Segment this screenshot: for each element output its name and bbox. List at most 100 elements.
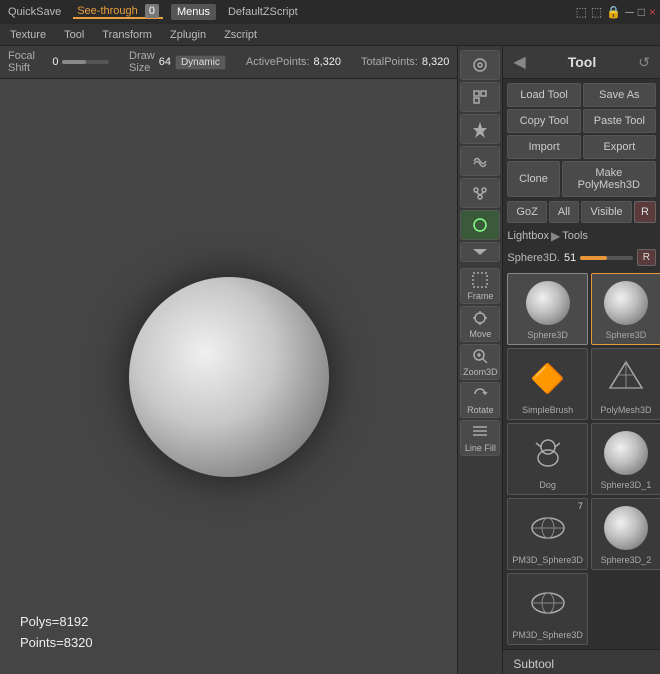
- 3d-sphere: [129, 277, 329, 477]
- green-btn[interactable]: [460, 210, 500, 240]
- import-button[interactable]: Import: [507, 135, 580, 159]
- clone-button[interactable]: Clone: [507, 161, 559, 197]
- top-bar: QuickSave See-through 0 Menus DefaultZSc…: [0, 0, 660, 24]
- refresh-icon[interactable]: ↺: [638, 54, 650, 71]
- thumb-canvas-dog: [518, 428, 578, 478]
- thumb-canvas-0: [518, 278, 578, 328]
- lightbox-label: Lightbox: [507, 230, 549, 242]
- spin-btn[interactable]: [460, 82, 500, 112]
- total-points-control: TotalPoints: 8,320: [361, 56, 449, 68]
- points-count: Points=8320: [20, 633, 93, 654]
- zoom3d-label: Zoom3D: [463, 367, 498, 377]
- simplebush-icon: 🔶: [526, 356, 570, 400]
- thumb-label-simplebush: SimpleBrush: [522, 405, 573, 415]
- thumb-sphere3d-selected[interactable]: Sphere3D: [507, 273, 588, 345]
- csync-btn[interactable]: [460, 178, 500, 208]
- thumb-sphere-img-sphere1: [604, 431, 648, 475]
- goz-button[interactable]: GoZ: [507, 201, 546, 223]
- canvas-area[interactable]: Polys=8192 Points=8320: [0, 79, 457, 674]
- zoom3d-button[interactable]: Zoom3D: [460, 344, 500, 380]
- tool-panel-title: Tool: [568, 54, 597, 70]
- thumb-sphere-img-0: [526, 281, 570, 325]
- sphere3d-r-button[interactable]: R: [637, 249, 656, 266]
- arrow-btn[interactable]: [460, 242, 500, 262]
- thumb-label-sphere2: Sphere3D_2: [601, 555, 652, 565]
- subtool-section[interactable]: Subtool: [503, 649, 660, 674]
- load-tool-button[interactable]: Load Tool: [507, 83, 580, 107]
- thumb-sphere3d-2[interactable]: Sphere3D: [591, 273, 660, 345]
- quicksave-btn[interactable]: QuickSave: [4, 6, 65, 18]
- thumb-dog[interactable]: Dog: [507, 423, 588, 495]
- all-button[interactable]: All: [549, 201, 579, 223]
- save-as-button[interactable]: Save As: [583, 83, 656, 107]
- force-btn[interactable]: [460, 114, 500, 144]
- thumb-canvas-pm3d: [518, 503, 578, 553]
- draw-size-control: Draw Size 64 Dynamic: [129, 50, 226, 74]
- r-button[interactable]: R: [634, 201, 656, 223]
- export-button[interactable]: Export: [583, 135, 656, 159]
- right-sidebar: Frame Move Zoom3D Rotat: [457, 46, 502, 674]
- visible-button[interactable]: Visible: [581, 201, 632, 223]
- polymesh-icon: [604, 356, 648, 400]
- second-bar: Texture Tool Transform Zplugin Zscript: [0, 24, 660, 46]
- thumb-canvas-sphere1: [596, 428, 656, 478]
- minimize-btn[interactable]: ─: [625, 5, 634, 19]
- active-points-label: ActivePoints:: [246, 56, 310, 68]
- nudge-btn[interactable]: [460, 50, 500, 80]
- viewport-area: Focal Shift 0 Draw Size 64 Dynamic Activ…: [0, 46, 457, 674]
- menus-btn[interactable]: Menus: [171, 4, 216, 20]
- total-points-label: TotalPoints:: [361, 56, 418, 68]
- thumb-canvas-pm3d2: [518, 578, 578, 628]
- thumb-canvas-1: [596, 278, 656, 328]
- thumb-simplebrush[interactable]: 🔶 SimpleBrush: [507, 348, 588, 420]
- sphere3d-value: 51: [564, 252, 576, 264]
- thumbnails-grid: Sphere3D Sphere3D 🔶 SimpleBrush: [503, 269, 660, 649]
- total-points-value: 8,320: [422, 56, 450, 68]
- frame-label: Frame: [467, 291, 493, 301]
- dynamic-button[interactable]: Dynamic: [175, 55, 226, 70]
- back-arrow-icon[interactable]: ◀: [513, 52, 525, 72]
- transform-menu[interactable]: Transform: [96, 27, 158, 43]
- rotate-label: Rotate: [467, 405, 494, 415]
- defaultzscript-btn[interactable]: DefaultZScript: [224, 6, 302, 18]
- thumb-pm3d-sphere3d-2[interactable]: PM3D_Sphere3D: [507, 573, 588, 645]
- copy-tool-button[interactable]: Copy Tool: [507, 109, 580, 133]
- frame-button[interactable]: Frame: [460, 268, 500, 304]
- tool-panel-header: ◀ Tool ↺: [503, 46, 660, 79]
- pm3d-badge: 7: [578, 501, 583, 511]
- fluid-btn[interactable]: [460, 146, 500, 176]
- make-polymesh-button[interactable]: Make PolyMesh3D: [562, 161, 656, 197]
- move-button[interactable]: Move: [460, 306, 500, 342]
- rotate-button[interactable]: Rotate: [460, 382, 500, 418]
- lock-icon: 🔒: [606, 5, 621, 19]
- thumb-label-dog: Dog: [539, 480, 556, 490]
- thumb-polymesh3d[interactable]: PolyMesh3D: [591, 348, 660, 420]
- focal-shift-value: 0: [52, 56, 58, 68]
- focal-shift-slider[interactable]: [62, 60, 109, 64]
- active-points-control: ActivePoints: 8,320: [246, 56, 341, 68]
- dog-icon: [526, 431, 570, 475]
- thumb-label-1: Sphere3D: [606, 330, 647, 340]
- sphere3d-slider[interactable]: [580, 256, 633, 260]
- thumb-sphere3d-1[interactable]: Sphere3D_1: [591, 423, 660, 495]
- focal-shift-label: Focal Shift: [8, 50, 48, 74]
- btn-row-1: Load Tool Save As: [507, 83, 656, 107]
- btn-row-4: Clone Make PolyMesh3D: [507, 161, 656, 197]
- close-btn[interactable]: ×: [649, 5, 656, 19]
- seethrough-btn[interactable]: See-through 0: [73, 5, 163, 19]
- window-controls: ⬚ ⬚ 🔒 ─ □ ×: [576, 5, 656, 19]
- texture-menu[interactable]: Texture: [4, 27, 52, 43]
- zscript-menu[interactable]: Zscript: [218, 27, 263, 43]
- linefill-button[interactable]: Line Fill: [460, 420, 500, 456]
- thumb-sphere-img-1: [604, 281, 648, 325]
- tool-menu[interactable]: Tool: [58, 27, 90, 43]
- tools-label: Tools: [562, 230, 588, 242]
- zplugin-menu[interactable]: Zplugin: [164, 27, 212, 43]
- thumb-label-polymesh: PolyMesh3D: [600, 405, 651, 415]
- btn-row-3: Import Export: [507, 135, 656, 159]
- thumb-pm3d-sphere3d-badge[interactable]: 7 PM3D_Sphere3D: [507, 498, 588, 570]
- thumb-sphere3d-2b[interactable]: Sphere3D_2: [591, 498, 660, 570]
- lightbox-row[interactable]: Lightbox ▶ Tools: [503, 226, 660, 246]
- paste-tool-button[interactable]: Paste Tool: [583, 109, 656, 133]
- maximize-btn[interactable]: □: [638, 5, 645, 19]
